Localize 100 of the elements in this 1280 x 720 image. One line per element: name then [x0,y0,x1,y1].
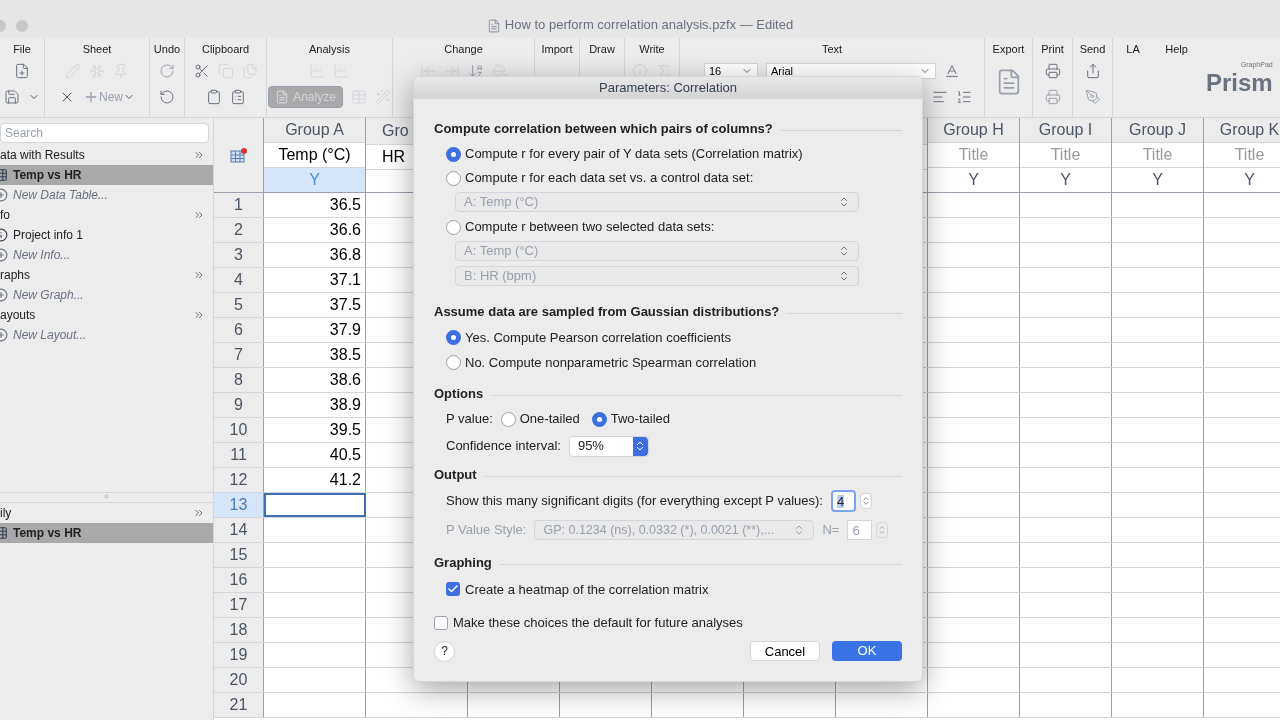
column-group-header: Group H [943,120,1004,140]
table-cell-text: 36.6 [329,220,361,240]
table-cell-text: 40.5 [329,445,361,465]
sidebar-section-title: fo [0,207,10,224]
sidebar-item[interactable]: Temp vs HR [0,165,213,185]
row-number: 1 [214,193,264,217]
table-cell-text: 39.5 [329,420,361,440]
n-label: N= [822,521,840,540]
toolbar-group-label: Draw [589,42,615,56]
column-title[interactable]: Title [1142,143,1173,167]
row-number: 10 [214,418,264,442]
toolbar-group-label: Clipboard [201,42,250,56]
sidebar-section-title: ata with Results [0,147,85,164]
row-number: 2 [214,218,264,242]
toolbar-group-label: File [13,42,31,56]
row-number: 13 [214,493,264,517]
column-group-header: Group I [1038,120,1093,140]
option-label: Two-tailed [610,410,670,429]
table-cell-text: 38.9 [329,395,361,415]
row-number: 16 [214,568,264,592]
toolbar-group-label: Send [1079,42,1106,56]
toolbar-group-label: Text [821,42,843,56]
option-label: Compute r for every pair of Y data sets (Correlation matrix) [465,145,803,164]
toolbar-group-label: Undo [153,42,181,56]
table-cell-text: 37.9 [329,320,361,340]
toolbar-group-label: Print [1041,42,1064,56]
toolbar-group-label: Analysis [309,42,350,56]
column-group-header: Group A [285,120,344,140]
row-number: 4 [214,268,264,292]
sidebar-item[interactable]: New Layout... [0,325,213,345]
column-type-cell-text: Y [1151,170,1164,190]
table-cell-text: 38.5 [329,345,361,365]
section-heading: Output [434,465,477,484]
row-number: 6 [214,318,264,342]
sidebar-section-title: ayouts [0,307,36,324]
column-group-header: Group J [1129,120,1186,140]
column-title[interactable]: Title [958,143,989,167]
option-label: Compute r between two selected data sets: [465,218,715,237]
confidence-dropdown[interactable]: 95% [568,435,649,457]
section-heading: Graphing [434,554,492,572]
sidebar-item[interactable]: Project info 1 [0,225,213,245]
option-label: Compute r for each data set vs. a control data set: [465,169,754,188]
row-number: 14 [214,518,264,542]
sidebar-item[interactable]: New Info... [0,245,213,265]
p-value-label: P value: [446,410,493,429]
row-number: 19 [214,643,264,667]
column-type-cell: Y [264,168,365,192]
row-number: 21 [214,693,264,717]
column-type-cell-text: Y [1243,170,1256,190]
toolbar-group-label: Write [639,42,665,56]
confidence-label: Confidence interval: [446,437,561,456]
sidebar-item[interactable]: New Graph... [0,285,213,305]
option-label: One-tailed [519,410,580,429]
dialog-title: Parameters: Correlation [599,78,737,97]
checkbox-label: Make these choices the default for future analyses [453,614,743,632]
toolbar-group-label: Change [444,42,483,56]
checkbox-label: Create a heatmap of the correlation matrix [465,580,709,599]
sidebar-section-title: raphs [0,267,31,284]
row-number: 5 [214,293,264,317]
toolbar-group-label: Import [541,42,573,56]
column-group-header: Gro [382,121,409,141]
section-heading: Assume data are sampled from Gaussian distributions? [434,302,780,321]
option-label: No. Compute nonparametric Spearman correlation [465,353,757,372]
table-cell-text: 41.2 [329,470,361,490]
row-number: 9 [214,393,264,417]
row-number: 11 [214,443,264,467]
row-number: 12 [214,468,264,492]
row-number: 7 [214,343,264,367]
help-button[interactable]: ? [434,640,455,662]
table-cell-text: 37.5 [329,295,361,315]
sidebar-item[interactable]: Temp vs HR [0,523,213,543]
search-field[interactable]: Search [0,123,209,143]
toolbar-group-label: LA [1126,42,1140,56]
column-title[interactable]: HR [382,145,406,169]
sidebar-item[interactable]: New Data Table... [0,185,213,205]
table-cell-text: 36.8 [329,245,361,265]
toolbar-group-label: Export [992,42,1025,56]
digits-label: Show this many significant digits (for everything except P values): [446,492,823,511]
row-number: 18 [214,618,264,642]
table-cell-text: 38.6 [329,370,361,390]
digits-field[interactable]: 4 [830,490,856,512]
row-number: 8 [214,368,264,392]
column-title[interactable]: Title [1234,143,1265,167]
option-label: Yes. Compute Pearson correlation coefficients [465,328,731,347]
toolbar-group-label: Help [1165,42,1188,56]
new-button[interactable]: New [83,88,135,106]
row-number: 3 [214,243,264,267]
column-title[interactable]: Title [1050,143,1081,167]
table-cell-text: 37.1 [329,270,361,290]
p-style-label: P Value Style: [446,521,527,540]
ok-button[interactable]: OK [832,641,902,661]
sidebar-section-title: ily [0,505,12,522]
column-type-cell-text: Y [1059,170,1072,190]
cancel-button[interactable]: Cancel [750,641,820,661]
toolbar-group-label: Sheet [82,42,112,56]
row-number: 15 [214,543,264,567]
column-group-header: Group K [1219,120,1280,140]
column-title[interactable]: Temp (°C) [278,143,351,167]
table-cell-text: 36.5 [329,195,361,215]
column-type-cell-text: Y [967,170,980,190]
